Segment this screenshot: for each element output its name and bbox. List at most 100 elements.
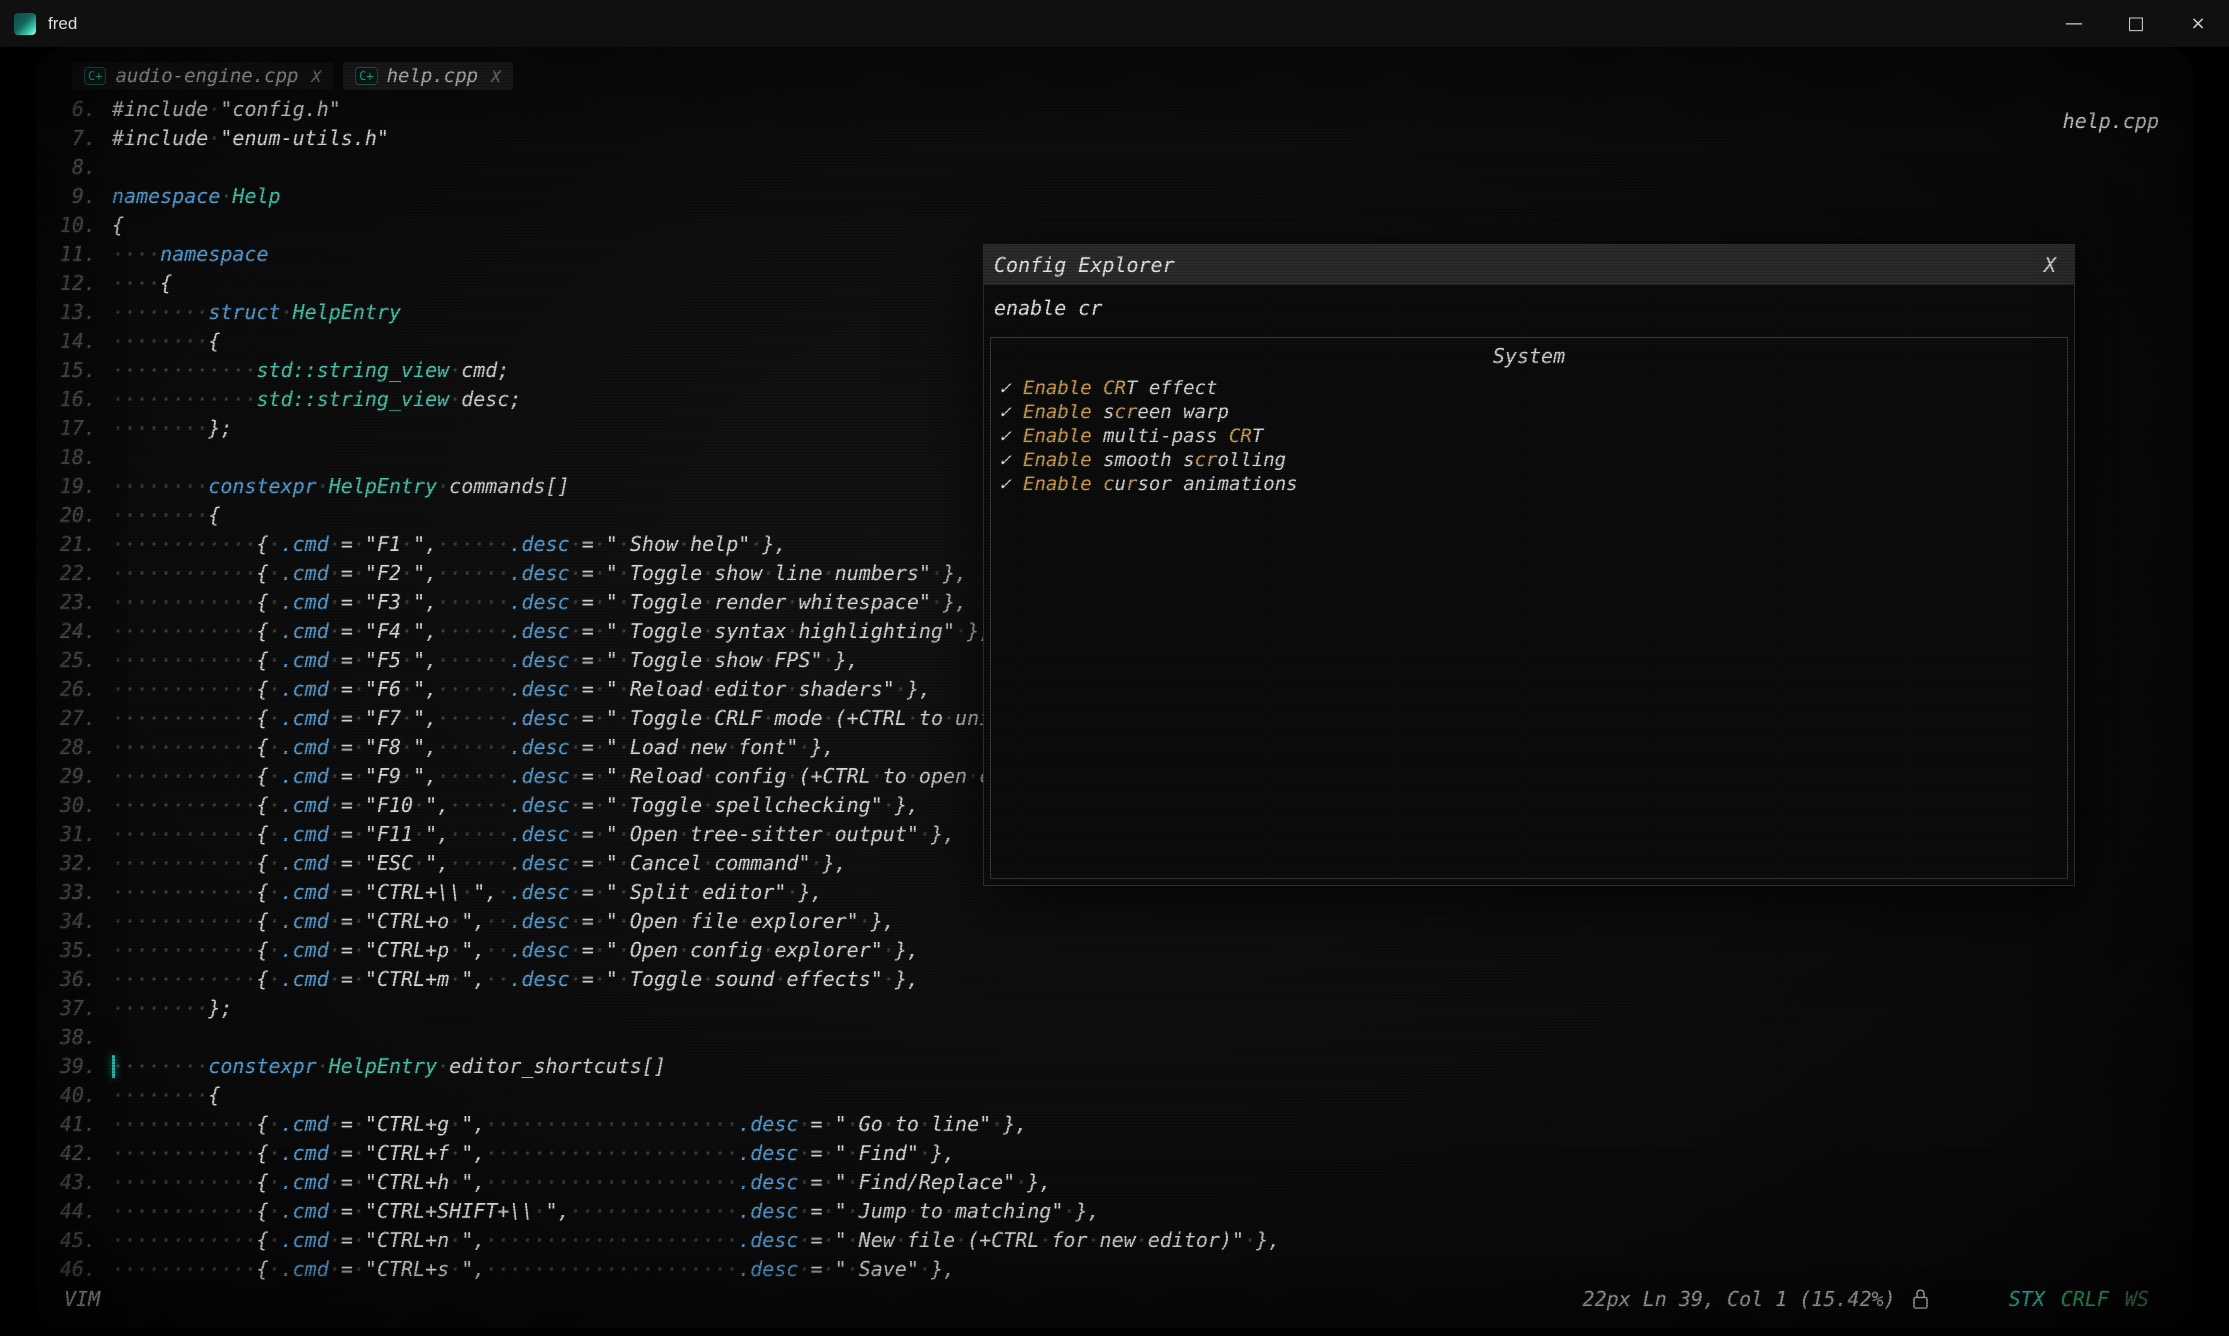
config-option[interactable]: ✓Enable cursor animations [991,472,2067,496]
code-line[interactable]: 35.············{·.cmd·=·"CTRL+p·",··.des… [50,936,2193,965]
code-token: { [257,561,269,585]
whitespace-dots: · [570,677,582,701]
whitespace-dots: ···· [112,242,160,266]
code-token: .desc [738,1228,798,1252]
code-token: Open [630,909,678,933]
whitespace-dots: · [570,909,582,933]
code-token: .desc [509,648,569,672]
code-token: { [112,213,124,237]
whitespace-dots: ······ [437,677,509,701]
minimize-button[interactable]: — [2043,0,2105,47]
whitespace-dots: · [401,677,413,701]
line-number: 43. [50,1168,96,1197]
code-token: .cmd [281,1228,329,1252]
code-token: , [425,561,437,585]
code-token: = [341,735,353,759]
whitespace-dots: ············ [112,735,257,759]
line-number: 11. [50,240,96,269]
tab-help-cpp[interactable]: C+help.cppX [343,62,513,90]
code-token: (+CTRL [798,764,870,788]
whitespace-dots: · [329,1257,341,1281]
code-token: { [257,822,269,846]
code-token: , [437,822,449,846]
code-token: editor)" [1148,1228,1244,1252]
code-line[interactable]: 40.········{ [50,1081,2193,1110]
code-token: = [582,532,594,556]
code-line[interactable]: 8. [50,153,2193,182]
code-token: { [257,706,269,730]
whitespace-dots: · [823,1141,835,1165]
whitespace-dots: · [269,764,281,788]
code-token: , [473,1112,485,1136]
config-option[interactable]: ✓Enable smooth scrolling [991,448,2067,472]
whitespace-dots: · [618,706,630,730]
code-token: = [341,764,353,788]
code-token: spellchecking" [714,793,883,817]
code-line[interactable]: 6.#include·"config.h" [50,95,2193,124]
code-token: { [257,1141,269,1165]
tab-close-button[interactable]: X [491,67,501,86]
code-line[interactable]: 7.#include·"enum-utils.h" [50,124,2193,153]
code-token: }, [943,561,967,585]
code-line[interactable]: 37.········}; [50,994,2193,1023]
code-line[interactable]: 44.············{·.cmd·=·"CTRL+SHIFT+\\·"… [50,1197,2193,1226]
code-token: explorer" [774,938,882,962]
tab-close-button[interactable]: X [311,67,321,86]
code-line[interactable]: 34.············{·.cmd·=·"CTRL+o·",··.des… [50,907,2193,936]
code-token: (+CTRL [835,706,907,730]
config-option[interactable]: ✓Enable screen warp [991,400,2067,424]
code-token: .cmd [281,909,329,933]
code-line[interactable]: 42.············{·.cmd·=·"CTRL+f·",······… [50,1139,2193,1168]
window-title: fred [48,14,77,34]
whitespace-dots: · [353,532,365,556]
code-token: " [606,619,618,643]
whitespace-dots: · [449,1228,461,1252]
whitespace-dots: · [329,561,341,585]
whitespace-dots: · [847,1228,859,1252]
label-segment [1092,377,1103,399]
code-token: = [810,1228,822,1252]
whitespace-dots: · [594,677,606,701]
code-token: std::string_view [257,387,450,411]
tab-audio-engine-cpp[interactable]: C+audio-engine.cppX [72,62,333,90]
line-number: 39. [50,1052,96,1081]
maximize-button[interactable]: □ [2105,0,2167,47]
crt-screen: C+audio-engine.cppXC+help.cppX help.cpp … [36,47,2193,1328]
code-token: .cmd [281,938,329,962]
code-line[interactable]: 36.············{·.cmd·=·"CTRL+m·",··.des… [50,965,2193,994]
code-line[interactable]: 38. [50,1023,2193,1052]
code-line[interactable]: 9.namespace·Help [50,182,2193,211]
whitespace-dots: · [329,764,341,788]
whitespace-dots: · [449,387,461,411]
whitespace-dots: · [702,677,714,701]
code-token: , [425,648,437,672]
config-search-input[interactable]: enable cr [984,285,2074,331]
code-token: "F2 [365,561,401,585]
code-token: desc; [461,387,521,411]
whitespace-dots: ············ [112,851,257,875]
popup-close-button[interactable]: X [2044,253,2056,277]
whitespace-dots: · [955,1228,967,1252]
code-token: = [341,677,353,701]
code-token: , [425,590,437,614]
code-token: " [413,561,425,585]
code-line[interactable]: 43.············{·.cmd·=·"CTRL+h·",······… [50,1168,2193,1197]
code-token: { [208,329,220,353]
code-token: }, [907,677,931,701]
code-line[interactable]: 10.{ [50,211,2193,240]
label-segment: Enable [1023,425,1092,447]
close-button[interactable]: × [2167,0,2229,47]
whitespace-dots: · [823,1170,835,1194]
code-line[interactable]: 39.········constexpr·HelpEntry·editor_sh… [50,1052,2193,1081]
code-token: = [582,967,594,991]
line-number: 41. [50,1110,96,1139]
config-option[interactable]: ✓Enable multi-pass CRT [991,424,2067,448]
code-line[interactable]: 46.············{·.cmd·=·"CTRL+s·",······… [50,1255,2193,1284]
code-line[interactable]: 45.············{·.cmd·=·"CTRL+n·",······… [50,1226,2193,1255]
whitespace-dots: · [269,851,281,875]
config-option[interactable]: ✓Enable CRT effect [991,376,2067,400]
whitespace-dots: · [594,793,606,817]
code-line[interactable]: 41.············{·.cmd·=·"CTRL+g·",······… [50,1110,2193,1139]
whitespace-dots: · [329,1199,341,1223]
checkbox-checked-icon: ✓ [999,376,1023,400]
